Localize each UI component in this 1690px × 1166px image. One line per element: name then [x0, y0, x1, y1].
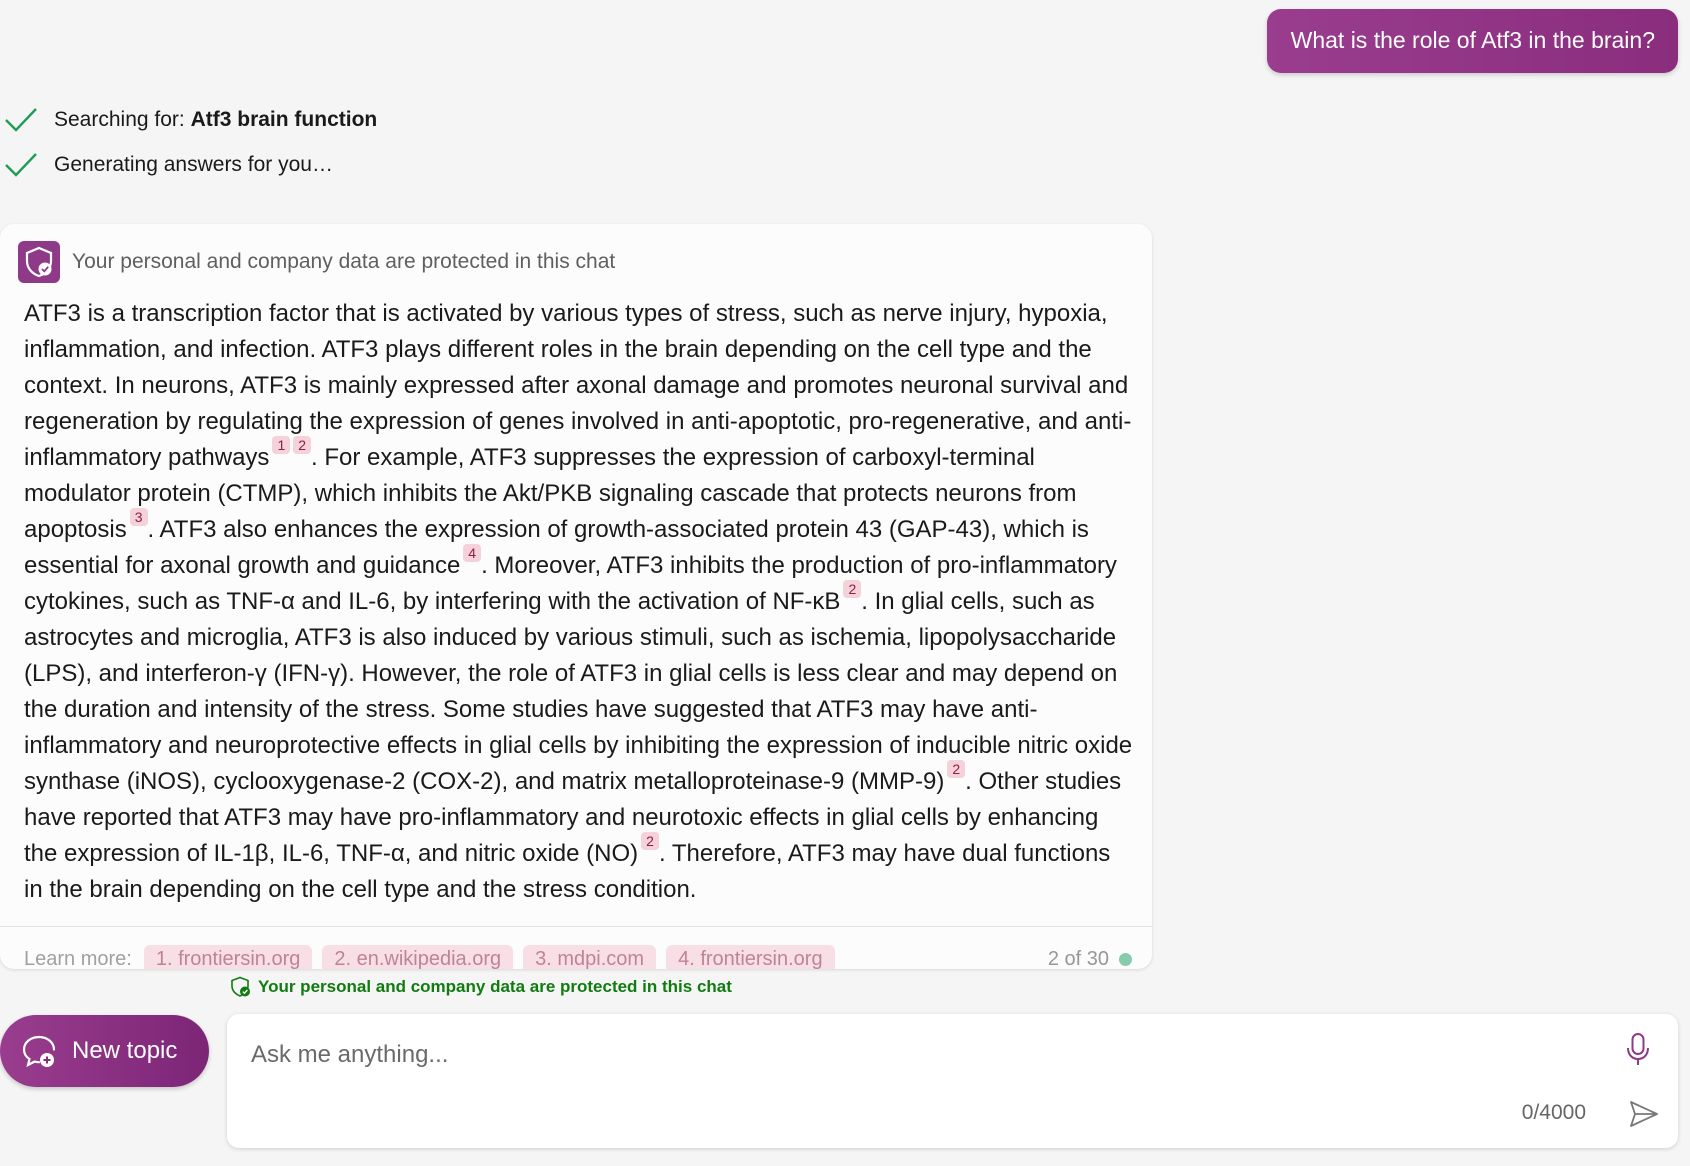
check-icon [5, 153, 37, 177]
answer-header: Your personal and company data are prote… [18, 241, 615, 283]
chat-input[interactable] [249, 1034, 1553, 1076]
response-count-text: 2 of 30 [1047, 947, 1109, 970]
new-topic-label: New topic [72, 1037, 178, 1064]
citation-badge[interactable]: 2 [843, 580, 862, 598]
source-link[interactable]: 2. en.wikipedia.org [322, 944, 514, 969]
answer-text: ATF3 is a transcription factor that is a… [24, 296, 1134, 908]
search-prefix: Searching for: [54, 108, 191, 131]
answer-text-run: . In glial cells, such as astrocytes and… [24, 588, 1133, 795]
citation-badge[interactable]: 1 [272, 436, 291, 454]
shield-check-icon [18, 241, 60, 283]
new-topic-button[interactable]: New topic [0, 1015, 209, 1087]
chat-input-box: 0/4000 [227, 1014, 1678, 1148]
answer-card: Your personal and company data are prote… [0, 224, 1152, 969]
privacy-note: Your personal and company data are prote… [230, 976, 732, 998]
response-count: 2 of 30 [1047, 947, 1132, 970]
citation-badge[interactable]: 2 [293, 436, 312, 454]
citation-badge[interactable]: 2 [947, 760, 966, 778]
char-count: 0/4000 [1521, 1101, 1586, 1124]
learn-more-row: Learn more: 1. frontiersin.org 2. en.wik… [24, 944, 1132, 969]
learn-more-label: Learn more: [24, 947, 132, 970]
search-status: Searching for: Atf3 brain function [4, 106, 377, 134]
new-chat-icon [22, 1035, 56, 1068]
user-message-bubble: What is the role of Atf3 in the brain? [1266, 9, 1678, 73]
source-link[interactable]: 4. frontiersin.org [666, 944, 835, 969]
privacy-header-text: Your personal and company data are prote… [72, 250, 616, 273]
source-link[interactable]: 3. mdpi.com [523, 944, 657, 969]
citation-badge[interactable]: 4 [463, 544, 482, 562]
citation-badge[interactable]: 2 [641, 832, 659, 850]
source-link[interactable]: 1. frontiersin.org [143, 944, 313, 969]
generating-status: Generating answers for you… [4, 151, 333, 179]
shield-check-icon [231, 976, 250, 997]
divider [0, 926, 1152, 927]
citation-badge[interactable]: 3 [129, 508, 148, 526]
microphone-icon[interactable] [1624, 1032, 1652, 1068]
send-icon[interactable] [1628, 1098, 1660, 1130]
check-icon [5, 108, 37, 132]
search-query: Atf3 brain function [190, 108, 378, 131]
generating-text: Generating answers for you… [54, 153, 333, 176]
privacy-note-text: Your personal and company data are prote… [258, 977, 732, 996]
status-dot [1119, 952, 1132, 966]
